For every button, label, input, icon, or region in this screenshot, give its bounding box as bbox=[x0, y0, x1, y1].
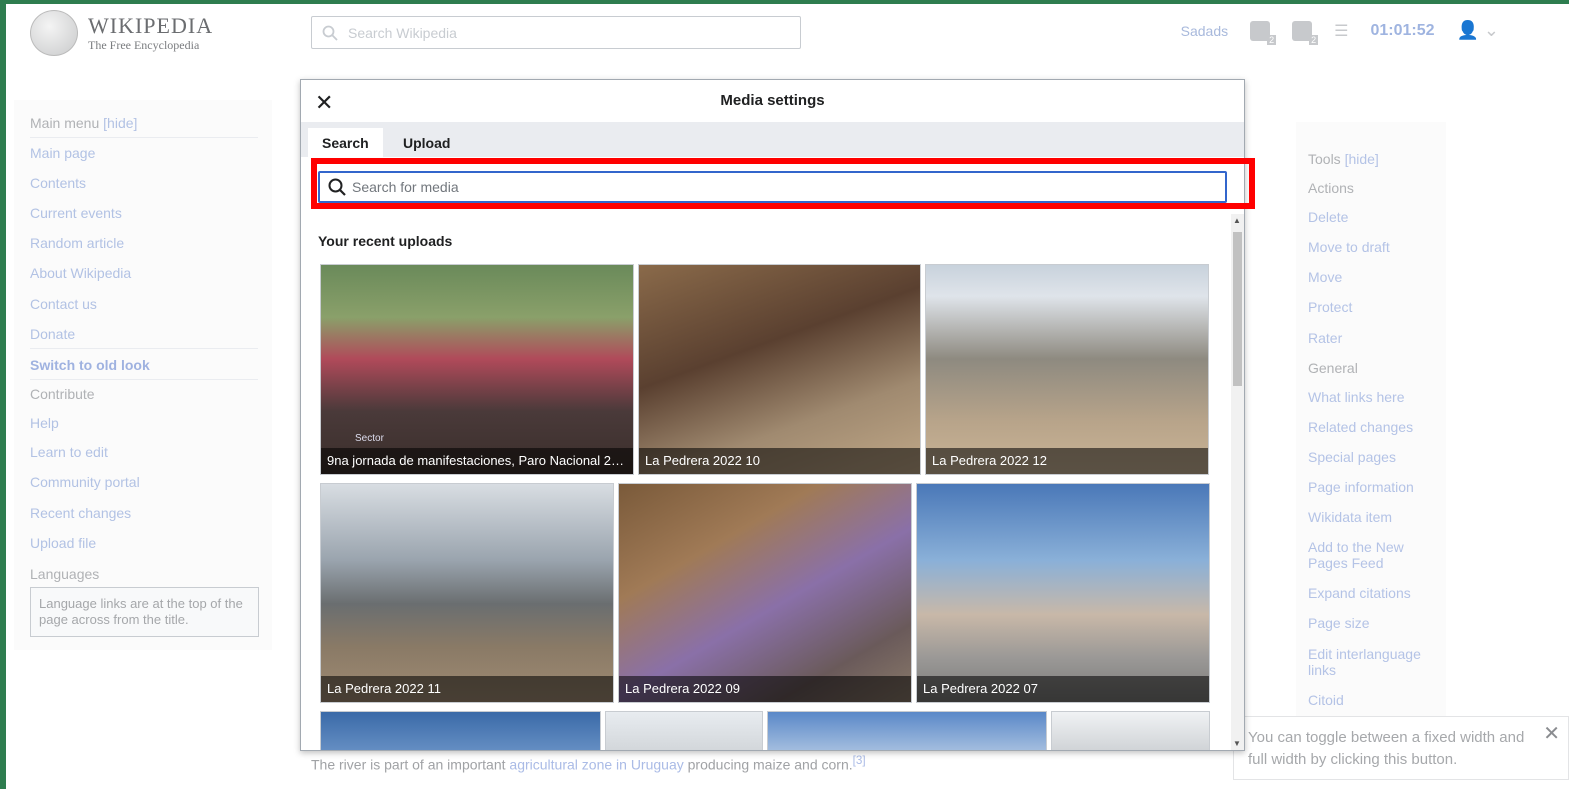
watchlist-icon[interactable]: ☰ bbox=[1334, 21, 1348, 41]
window-frame-left bbox=[0, 0, 6, 789]
tool-rater[interactable]: Rater bbox=[1308, 330, 1428, 346]
scroll-up-arrow[interactable]: ▲ bbox=[1233, 216, 1241, 225]
thumbnail[interactable] bbox=[320, 711, 601, 750]
notices-count: 2 bbox=[1309, 34, 1319, 45]
tool-what-links-here[interactable]: What links here bbox=[1308, 389, 1428, 405]
media-results: Your recent uploads Sector 9na jornada d… bbox=[301, 214, 1231, 750]
general-heading: General bbox=[1308, 360, 1358, 376]
wikipedia-search-input[interactable]: Search Wikipedia bbox=[311, 16, 801, 49]
thumbnail[interactable] bbox=[1051, 711, 1210, 750]
dialog-header: ✕ Media settings bbox=[301, 80, 1244, 123]
wikipedia-logo[interactable]: WIKIPEDIA The Free Encyclopedia bbox=[30, 10, 213, 56]
thumbnail-caption: La Pedrera 2022 12 bbox=[926, 448, 1208, 474]
thumbnail[interactable]: La Pedrera 2022 10 bbox=[638, 264, 921, 475]
tool-special-pages[interactable]: Special pages bbox=[1308, 449, 1428, 465]
languages-heading: Languages bbox=[30, 566, 100, 582]
thumbnail[interactable]: La Pedrera 2022 09 bbox=[618, 483, 912, 703]
tool-protect[interactable]: Protect bbox=[1308, 299, 1428, 315]
thumbnail-caption: 9na jornada de manifestaciones, Paro Nac… bbox=[321, 448, 633, 474]
nav-donate[interactable]: Donate bbox=[30, 326, 75, 342]
dialog-title: Media settings bbox=[720, 92, 825, 109]
nav-about-wikipedia[interactable]: About Wikipedia bbox=[30, 265, 131, 281]
tool-related-changes[interactable]: Related changes bbox=[1308, 419, 1428, 435]
divider bbox=[30, 348, 258, 349]
tools-hide[interactable]: [hide] bbox=[1345, 151, 1379, 167]
main-menu-heading: Main menu [hide] bbox=[30, 115, 138, 131]
window-frame-top bbox=[0, 0, 1569, 4]
nav-upload-file[interactable]: Upload file bbox=[30, 535, 96, 551]
utc-clock[interactable]: 01:01:52 bbox=[1370, 22, 1434, 40]
tool-expand-citations[interactable]: Expand citations bbox=[1308, 585, 1428, 601]
tool-edit-interlanguage-links[interactable]: Edit interlanguage links bbox=[1308, 646, 1428, 678]
thumb-overlay-text: Sector bbox=[355, 433, 384, 444]
nav-contact-us[interactable]: Contact us bbox=[30, 296, 97, 312]
article-link[interactable]: agricultural zone in Uruguay bbox=[509, 757, 683, 773]
article-paragraph: The river is part of an important agricu… bbox=[311, 754, 866, 773]
thumbnail[interactable]: La Pedrera 2022 11 bbox=[320, 483, 614, 703]
tool-citoid[interactable]: Citoid bbox=[1308, 692, 1428, 708]
tool-page-information[interactable]: Page information bbox=[1308, 479, 1428, 495]
username-link[interactable]: Sadads bbox=[1181, 23, 1228, 39]
nav-learn-to-edit[interactable]: Learn to edit bbox=[30, 444, 108, 460]
nav-community-portal[interactable]: Community portal bbox=[30, 474, 140, 490]
user-menu-icon[interactable]: 👤 ⌄ bbox=[1457, 20, 1500, 41]
user-links: Sadads 2 2 ☰ 01:01:52 👤 ⌄ bbox=[1181, 20, 1500, 45]
search-highlight-box bbox=[311, 158, 1255, 209]
nav-contents[interactable]: Contents bbox=[30, 175, 86, 191]
tool-page-size[interactable]: Page size bbox=[1308, 615, 1428, 631]
tools-heading: Tools [hide] bbox=[1308, 151, 1379, 167]
inbox-icon[interactable]: 2 bbox=[1292, 20, 1319, 45]
thumbnail-caption: La Pedrera 2022 10 bbox=[639, 448, 920, 474]
globe-icon bbox=[30, 10, 78, 56]
contribute-heading: Contribute bbox=[30, 386, 95, 402]
thumbnail[interactable] bbox=[767, 711, 1047, 750]
recent-uploads-heading: Your recent uploads bbox=[318, 233, 453, 249]
switch-old-look-link[interactable]: Switch to old look bbox=[30, 357, 150, 373]
tab-upload[interactable]: Upload bbox=[389, 128, 464, 157]
thumbnail-caption: La Pedrera 2022 11 bbox=[321, 676, 613, 702]
tool-move-to-draft[interactable]: Move to draft bbox=[1308, 239, 1428, 255]
thumbnail-caption: La Pedrera 2022 09 bbox=[619, 676, 911, 702]
nav-help[interactable]: Help bbox=[30, 415, 59, 431]
thumbnail[interactable]: La Pedrera 2022 07 bbox=[916, 483, 1210, 703]
wordmark: WIKIPEDIA bbox=[88, 12, 214, 38]
divider bbox=[30, 137, 258, 138]
close-icon[interactable]: ✕ bbox=[1543, 723, 1560, 745]
main-menu-hide[interactable]: [hide] bbox=[103, 115, 137, 131]
search-placeholder: Search Wikipedia bbox=[348, 24, 457, 41]
tool-delete[interactable]: Delete bbox=[1308, 209, 1428, 225]
nav-main-page[interactable]: Main page bbox=[30, 145, 95, 161]
languages-note: Language links are at the top of the pag… bbox=[30, 587, 259, 637]
tagline: The Free Encyclopedia bbox=[88, 37, 200, 52]
divider bbox=[30, 379, 258, 380]
tool-move[interactable]: Move bbox=[1308, 269, 1428, 285]
tab-search[interactable]: Search bbox=[308, 128, 383, 157]
thumbnail[interactable] bbox=[605, 711, 763, 750]
results-scrollbar[interactable]: ▲ ▼ bbox=[1231, 214, 1244, 750]
thumbnail[interactable]: La Pedrera 2022 12 bbox=[925, 264, 1209, 475]
dialog-tabs: Search Upload bbox=[301, 123, 1244, 157]
alerts-count: 2 bbox=[1267, 34, 1277, 45]
tool-add-new-pages-feed[interactable]: Add to the New Pages Feed bbox=[1308, 539, 1428, 571]
scroll-thumb[interactable] bbox=[1233, 232, 1242, 386]
nav-random-article[interactable]: Random article bbox=[30, 235, 124, 251]
actions-heading: Actions bbox=[1308, 180, 1354, 196]
bell-icon[interactable]: 2 bbox=[1250, 20, 1277, 45]
toast-message: You can toggle between a fixed width and… bbox=[1248, 729, 1525, 768]
nav-current-events[interactable]: Current events bbox=[30, 205, 122, 221]
width-toggle-toast: You can toggle between a fixed width and… bbox=[1233, 716, 1569, 780]
tool-wikidata-item[interactable]: Wikidata item bbox=[1308, 509, 1428, 525]
nav-recent-changes[interactable]: Recent changes bbox=[30, 505, 131, 521]
thumbnail-caption: La Pedrera 2022 07 bbox=[917, 676, 1209, 702]
thumbnail[interactable]: Sector 9na jornada de manifestaciones, P… bbox=[320, 264, 634, 475]
search-icon bbox=[322, 25, 338, 41]
reference-link[interactable]: [3] bbox=[853, 754, 866, 767]
scroll-down-arrow[interactable]: ▼ bbox=[1233, 739, 1241, 748]
